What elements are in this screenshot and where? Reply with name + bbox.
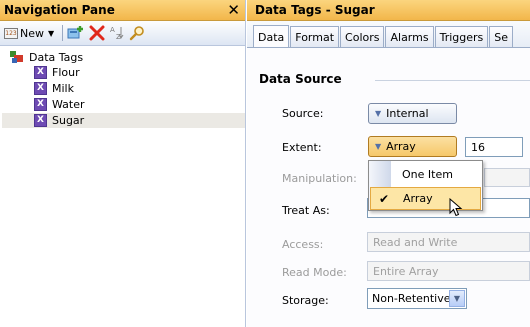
extent-popup-menu: One Item ✔ Array — [368, 160, 483, 211]
tree-item-sugar[interactable]: X Sugar — [2, 113, 245, 128]
checkmark-icon: ✔ — [378, 191, 390, 206]
array-size-input[interactable]: 16 — [465, 137, 523, 157]
storage-label: Storage: — [282, 294, 329, 307]
tree-item-milk[interactable]: X Milk — [2, 81, 245, 96]
tree-item-flour[interactable]: X Flour — [2, 65, 245, 80]
menu-item-label: One Item — [402, 168, 453, 181]
tab-format[interactable]: Format — [290, 26, 340, 47]
tag-icon: X — [34, 82, 47, 95]
navigation-toolbar: 123 New ▼ A Z — [0, 21, 245, 46]
navigation-pane: Navigation Pane ✕ 123 New ▼ A Z Data Tag… — [0, 0, 246, 327]
tree-root-data-tags[interactable]: Data Tags — [2, 51, 245, 64]
read-mode-field: Entire Array — [367, 261, 530, 281]
sort-button[interactable]: A Z — [109, 23, 125, 43]
treat-as-label: Treat As: — [282, 204, 330, 217]
section-divider — [375, 80, 530, 81]
tab-triggers[interactable]: Triggers — [434, 26, 489, 47]
tree-item-label: Milk — [52, 82, 74, 95]
access-field: Read and Write — [367, 232, 530, 252]
source-value: Internal — [386, 107, 429, 120]
tab-strip: Data Format Colors Alarms Triggers Se — [247, 21, 530, 48]
access-label: Access: — [282, 238, 324, 251]
navigation-pane-title: Navigation Pane — [4, 3, 115, 17]
new-button-label: New — [20, 26, 44, 40]
svg-text:A: A — [110, 26, 115, 34]
chevron-down-icon: ▼ — [48, 28, 55, 38]
menu-item-array[interactable]: ✔ Array — [370, 187, 481, 210]
extent-label: Extent: — [282, 141, 322, 154]
menu-item-label: Array — [403, 192, 433, 205]
tree-item-label: Flour — [52, 66, 80, 79]
delete-button[interactable] — [89, 23, 105, 43]
close-icon[interactable]: ✕ — [227, 1, 240, 19]
tab-security-partial[interactable]: Se — [489, 26, 514, 47]
manipulation-dropdown — [484, 168, 530, 187]
panel-title: Data Tags - Sugar — [255, 3, 375, 17]
tag-icon: X — [34, 98, 47, 111]
tab-alarms[interactable]: Alarms — [385, 26, 434, 47]
tag-icon: X — [34, 114, 47, 127]
tag-tree: Data Tags X Flour X Milk X Water X Sugar — [0, 46, 245, 128]
chevron-down-icon[interactable]: ▼ — [449, 290, 465, 307]
menu-item-one-item[interactable]: One Item — [370, 163, 481, 186]
data-tags-folder-icon — [10, 51, 23, 63]
dropdown-arrow-icon: ▼ — [375, 142, 382, 151]
dropdown-arrow-icon: ▼ — [375, 109, 382, 118]
read-mode-label: Read Mode: — [282, 266, 347, 279]
tree-item-water[interactable]: X Water — [2, 97, 245, 112]
tab-colors[interactable]: Colors — [340, 26, 385, 47]
mouse-cursor-icon — [449, 198, 463, 217]
storage-select[interactable]: Non-Retentive ▼ — [367, 288, 467, 309]
data-source-header: Data Source — [259, 72, 342, 86]
tree-root-label: Data Tags — [29, 51, 84, 64]
source-dropdown[interactable]: ▼ Internal — [368, 103, 457, 124]
tag-icon: X — [34, 66, 47, 79]
new-button[interactable]: 123 New ▼ — [4, 23, 54, 43]
tab-data[interactable]: Data — [253, 25, 290, 47]
tree-item-label: Sugar — [52, 114, 85, 127]
manipulation-label: Manipulation: — [282, 172, 357, 185]
search-button[interactable] — [129, 23, 145, 43]
panel-title-bar: Data Tags - Sugar — [247, 0, 530, 21]
add-item-button[interactable] — [67, 23, 85, 43]
add-item-icon — [67, 26, 84, 39]
extent-value: Array — [386, 140, 416, 153]
toolbar-separator — [62, 25, 64, 41]
navigation-pane-title-bar: Navigation Pane ✕ — [0, 0, 245, 21]
search-icon — [129, 26, 144, 41]
storage-value: Non-Retentive — [372, 292, 451, 305]
delete-icon — [89, 25, 105, 41]
source-label: Source: — [282, 107, 324, 120]
tag-type-icon: 123 — [4, 27, 18, 39]
extent-dropdown[interactable]: ▼ Array — [368, 136, 457, 157]
tree-item-label: Water — [52, 98, 85, 111]
sort-icon: A Z — [110, 26, 124, 41]
